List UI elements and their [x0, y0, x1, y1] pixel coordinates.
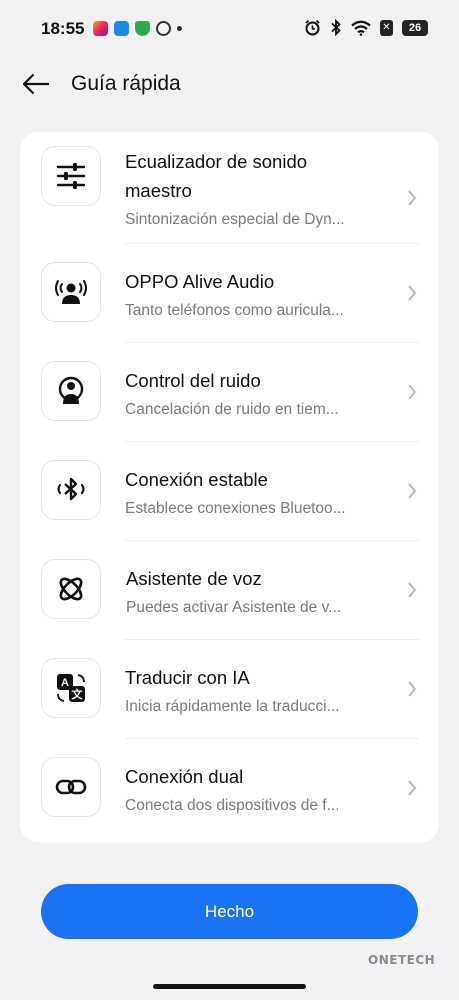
item-description: Tanto teléfonos como auricula... [125, 302, 344, 319]
quick-guide-list: Ecualizador de sonido maestro Sintonizac… [20, 132, 439, 842]
sync-icon [114, 21, 129, 36]
done-button[interactable]: Hecho [41, 884, 418, 939]
alarm-icon [305, 19, 320, 36]
list-item-alive-audio[interactable]: OPPO Alive Audio Tanto teléfonos como au… [20, 244, 439, 343]
battery-level: 26 [408, 21, 422, 34]
chevron-right-icon [408, 681, 417, 697]
item-title: Ecualizador de sonido [125, 151, 308, 172]
voice-assistant-icon [41, 559, 101, 619]
svg-text:文: 文 [72, 687, 84, 701]
home-indicator[interactable] [153, 984, 306, 989]
list-item-ai-translate[interactable]: A 文 Traducir con IA Inicia rápidamente l… [20, 640, 439, 739]
alive-audio-icon [41, 262, 101, 322]
item-description: Establece conexiones Bluetoo... [125, 500, 346, 517]
svg-text:A: A [61, 677, 69, 689]
item-description: Inicia rápidamente la traducci... [125, 698, 340, 715]
page-title: Guía rápida [71, 72, 181, 95]
item-description: Puedes activar Asistente de v... [126, 599, 342, 616]
item-title: OPPO Alive Audio [125, 271, 275, 292]
wifi-icon [351, 20, 371, 36]
translate-icon: A 文 [41, 658, 101, 718]
status-bar: 18:55 ✕ 26 [0, 0, 459, 60]
chevron-right-icon [408, 582, 417, 598]
back-button[interactable] [18, 66, 54, 102]
status-time: 18:55 [41, 19, 85, 38]
dot-icon [177, 26, 182, 31]
item-description: Conecta dos dispositivos de f... [125, 797, 340, 814]
instagram-icon [93, 21, 108, 36]
list-item-noise-control[interactable]: Control del ruido Cancelación de ruido e… [20, 343, 439, 442]
chevron-right-icon [408, 285, 417, 301]
item-title: Conexión dual [125, 766, 244, 787]
item-title: Asistente de voz [126, 568, 262, 589]
list-item-dual-connection[interactable]: Conexión dual Conecta dos dispositivos d… [20, 739, 439, 838]
bluetooth-stable-icon [41, 460, 101, 520]
chevron-right-icon [408, 483, 417, 499]
bluetooth-icon [331, 19, 341, 36]
item-title: Control del ruido [125, 370, 261, 391]
item-description: Cancelación de ruido en tiem... [125, 401, 339, 418]
item-title-line2: maestro [125, 180, 192, 201]
item-title: Conexión estable [125, 469, 268, 490]
notification-icons [93, 21, 182, 36]
item-title: Traducir con IA [125, 667, 250, 688]
item-description: Sintonización especial de Dyn... [125, 211, 345, 228]
noise-control-icon [41, 361, 101, 421]
system-icons: ✕ 26 [304, 19, 428, 36]
chevron-right-icon [408, 780, 417, 796]
chevron-right-icon [408, 384, 417, 400]
list-item-equalizer[interactable]: Ecualizador de sonido maestro Sintonizac… [20, 142, 439, 254]
sim-off-icon: ✕ [380, 19, 393, 36]
battery-icon: 26 [402, 19, 428, 36]
list-item-voice-assistant[interactable]: Asistente de voz Puedes activar Asistent… [20, 541, 439, 640]
equalizer-icon [41, 146, 101, 206]
check-circle-icon [156, 21, 171, 36]
link-icon [41, 757, 101, 817]
watermark: ONETECH [368, 953, 436, 967]
shield-icon [135, 21, 150, 36]
chevron-right-icon [408, 190, 417, 206]
arrow-left-icon [22, 73, 50, 95]
list-item-stable-connection[interactable]: Conexión estable Establece conexiones Bl… [20, 442, 439, 541]
